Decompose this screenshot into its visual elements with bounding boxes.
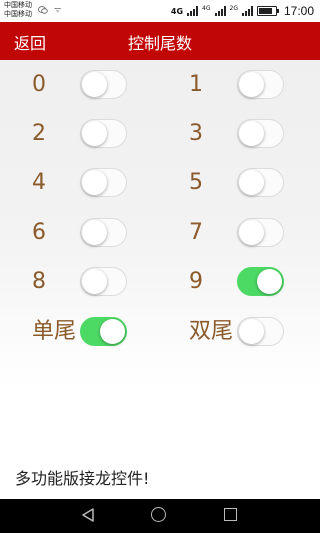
switch-knob xyxy=(239,72,264,97)
switch-knob xyxy=(100,319,125,344)
status-right: 4G 4G 2G 17:00 xyxy=(171,3,314,19)
status-bar: 中国移动 中国移动 ᯤ 4G 4G 2G 17:00 xyxy=(0,0,320,22)
tail-item-9: 9 xyxy=(189,257,319,306)
double-tail-label: 双尾 xyxy=(189,319,234,344)
switch-knob xyxy=(82,72,107,97)
double-tail-switch[interactable] xyxy=(237,317,284,346)
tail-row: 2 3 xyxy=(0,109,320,158)
switch-knob xyxy=(82,170,107,195)
nav-recent-apps-icon[interactable] xyxy=(224,508,237,521)
tail-item-4: 4 xyxy=(32,158,162,207)
title-bar: 控制尾数 返回 xyxy=(0,22,320,60)
wifi-question-icon: ᯤ xyxy=(54,5,62,14)
clock: 17:00 xyxy=(283,4,314,18)
tail-switch-1[interactable] xyxy=(237,70,284,99)
single-tail-label: 单尾 xyxy=(32,319,77,344)
switch-knob xyxy=(82,121,107,146)
tail-item-6: 6 xyxy=(32,208,162,257)
switch-knob xyxy=(239,319,264,344)
tail-label: 7 xyxy=(189,220,203,245)
page-title: 控制尾数 xyxy=(127,34,192,53)
double-tail-item: 双尾 xyxy=(189,307,319,356)
tail-switch-5[interactable] xyxy=(237,168,284,197)
switch-knob xyxy=(82,269,107,294)
wechat-icon xyxy=(38,6,48,14)
switch-knob xyxy=(239,220,264,245)
carrier-labels: 中国移动 中国移动 xyxy=(4,1,32,19)
back-button[interactable]: 返回 xyxy=(14,30,46,54)
network-type-3: 2G xyxy=(229,4,238,12)
tail-row: 0 1 xyxy=(0,60,320,109)
tail-label: 2 xyxy=(32,121,46,146)
nav-back-icon[interactable] xyxy=(80,507,96,523)
switch-knob xyxy=(257,269,282,294)
tail-item-2: 2 xyxy=(32,109,162,158)
tail-item-7: 7 xyxy=(189,208,319,257)
tail-item-1: 1 xyxy=(189,60,319,109)
tail-label: 0 xyxy=(32,72,46,97)
tail-label: 5 xyxy=(189,170,203,195)
tail-item-0: 0 xyxy=(32,60,162,109)
navigation-bar xyxy=(0,499,320,533)
tail-switch-9[interactable] xyxy=(237,267,284,296)
tail-item-8: 8 xyxy=(32,257,162,306)
network-type-2: 4G xyxy=(202,4,211,12)
switch-knob xyxy=(239,170,264,195)
tail-switch-3[interactable] xyxy=(237,119,284,148)
tail-switch-8[interactable] xyxy=(80,267,127,296)
battery-icon xyxy=(256,6,279,16)
tail-switch-2[interactable] xyxy=(80,119,127,148)
tail-switch-7[interactable] xyxy=(237,218,284,247)
tail-label: 1 xyxy=(189,72,203,97)
nav-home-icon[interactable] xyxy=(151,507,166,522)
tail-control-panel: 0 1 2 3 4 5 6 7 8 9 单尾 双尾 xyxy=(0,60,320,500)
carrier-2: 中国移动 xyxy=(4,10,32,18)
switch-knob xyxy=(239,121,264,146)
tail-label: 3 xyxy=(189,121,203,146)
tail-item-3: 3 xyxy=(189,109,319,158)
signal-icon-2 xyxy=(214,6,226,16)
tail-label: 9 xyxy=(189,269,203,294)
tail-row: 4 5 xyxy=(0,158,320,207)
single-tail-switch[interactable] xyxy=(80,317,127,346)
parity-row: 单尾 双尾 xyxy=(0,307,320,356)
tail-label: 6 xyxy=(32,220,46,245)
signal-icon-3 xyxy=(241,6,253,16)
tail-row: 6 7 xyxy=(0,208,320,257)
carrier-1: 中国移动 xyxy=(4,1,32,9)
switch-knob xyxy=(82,220,107,245)
signal-icon xyxy=(187,6,199,16)
tail-item-5: 5 xyxy=(189,158,319,207)
tail-label: 4 xyxy=(32,170,46,195)
tail-switch-4[interactable] xyxy=(80,168,127,197)
tail-row: 8 9 xyxy=(0,257,320,306)
tail-label: 8 xyxy=(32,269,46,294)
footer-caption: 多功能版接龙控件! xyxy=(15,469,150,488)
tail-switch-0[interactable] xyxy=(80,70,127,99)
tail-switch-6[interactable] xyxy=(80,218,127,247)
single-tail-item: 单尾 xyxy=(32,307,162,356)
network-type-1: 4G xyxy=(170,6,184,16)
